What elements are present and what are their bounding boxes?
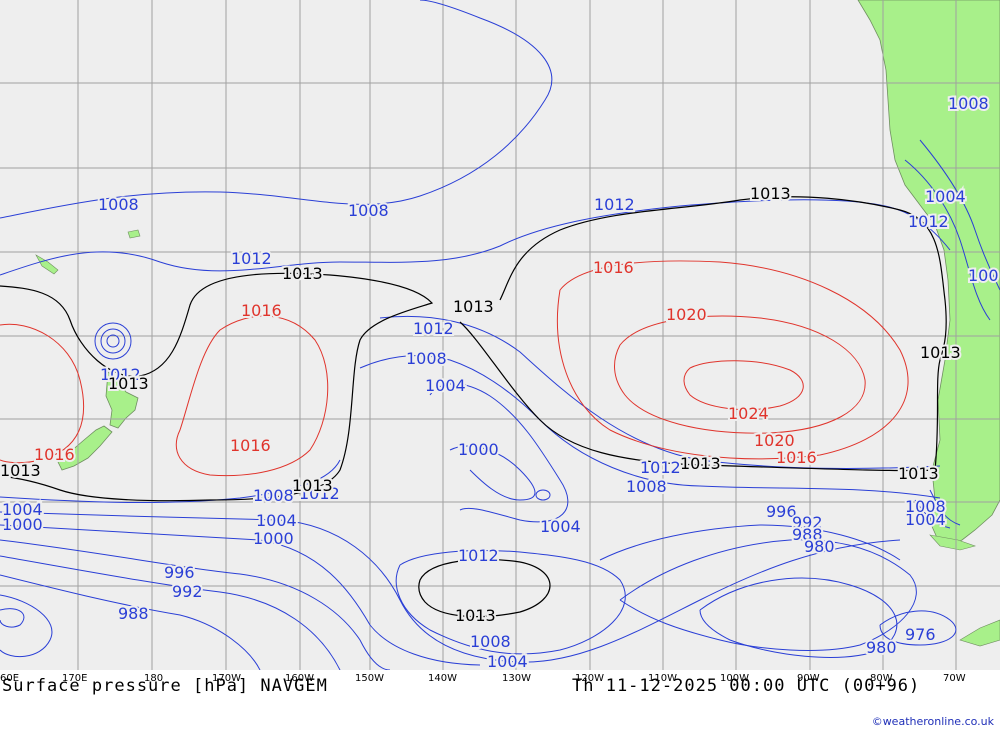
isobar-label: 1004 [487,652,528,670]
isobar-label: 1013 [680,454,721,473]
isobar-label: 1008 [406,349,447,368]
isobar-label: 1008 [470,632,511,651]
isobar-label: 980 [804,537,835,556]
longitude-label: 140W [428,673,457,684]
isobar-label: 1008 [253,486,294,505]
isobar-label: 1013 [0,461,41,480]
pressure-map: 1008 1008 1012 1012 1008 1004 1000 1004 … [0,0,1000,670]
isobar-label: 1012 [231,249,272,268]
isobar-label: 1013 [920,343,961,362]
isobar-label: 1008 [948,94,989,113]
isobar-label: 1016 [593,258,634,277]
isobar-label: 992 [172,582,203,601]
isobar-label: 1008 [348,201,389,220]
valid-time: Th 11-12-2025 00:00 UTC (00+96) [572,676,921,696]
longitude-label: 130W [502,673,531,684]
isobar-label: 996 [164,563,195,582]
isobar-label: 1013 [282,264,323,283]
isobar-label: 1004 [256,511,297,530]
longitude-label: 70W [943,673,966,684]
isobar-label: 1016 [241,301,282,320]
isobar-label: 1012 [594,195,635,214]
isobar-label: 1008 [626,477,667,496]
isobar-label: 1012 [458,546,499,565]
isobar-label: 1000 [458,440,499,459]
isobar-label: 1004 [425,376,466,395]
isobar-label: 1013 [108,374,149,393]
isobar-label: 1016 [776,448,817,467]
isobar-label: 100 [968,266,999,285]
isobar-label: 1012 [413,319,454,338]
isobar-label: 1024 [728,404,769,423]
map-title: Surface pressure [hPa] NAVGEM [2,676,328,696]
isobar-label: 1013 [898,464,939,483]
isobar-label: 1016 [230,436,271,455]
isobar-label: 1013 [750,184,791,203]
isobar-label: 1013 [455,606,496,625]
longitude-label: 150W [355,673,384,684]
ocean-background [0,0,1000,670]
isobar-label: 1013 [453,297,494,316]
isobar-label: 1004 [925,187,966,206]
isobar-label: 1004 [2,500,43,519]
isobar-label: 988 [118,604,149,623]
isobar-label: 1000 [253,529,294,548]
isobar-label: 1020 [666,305,707,324]
isobar-label: 1012 [640,458,681,477]
isobar-label: 980 [866,638,897,657]
isobar-label: 1008 [905,497,946,516]
isobar-label: 1012 [908,212,949,231]
source-credit[interactable]: ©weatheronline.co.uk [872,715,994,728]
isobar-label: 976 [905,625,936,644]
isobar-label: 1013 [292,476,333,495]
isobar-label: 1004 [540,517,581,536]
isobar-label: 1008 [98,195,139,214]
